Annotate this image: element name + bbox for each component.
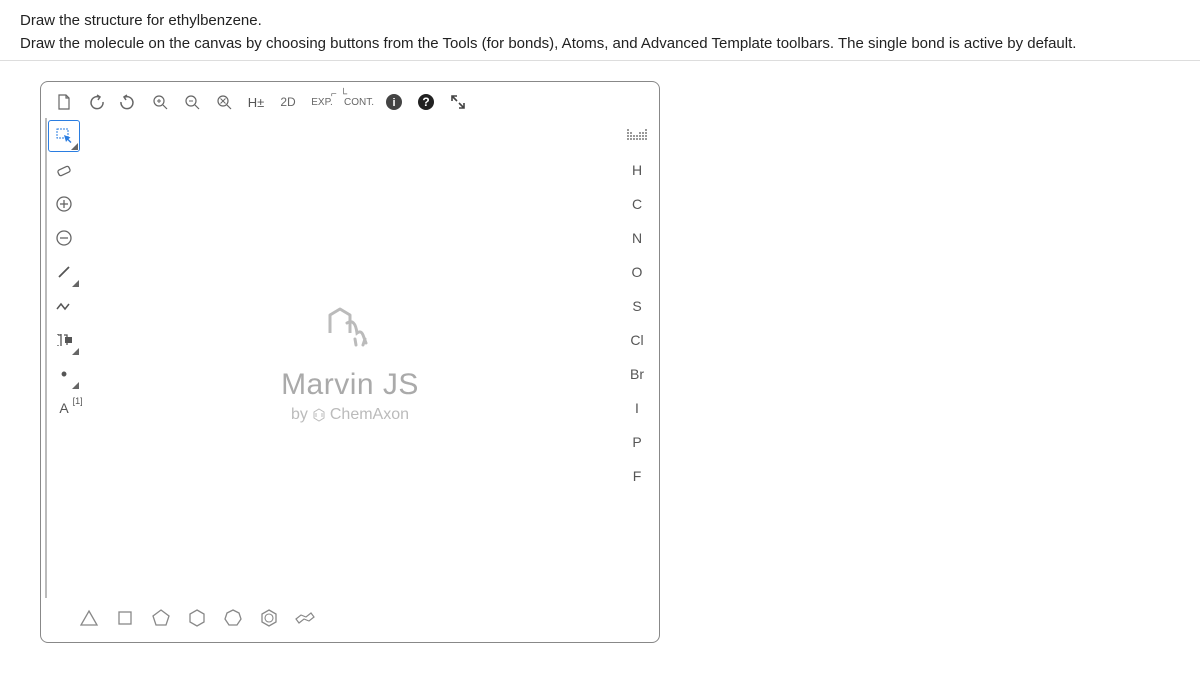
- single-bond-button[interactable]: [48, 256, 80, 288]
- hydrogen-toggle-label: H±: [248, 95, 265, 110]
- atom-br-button[interactable]: Br: [621, 358, 653, 390]
- marvin-logo-icon: [315, 293, 385, 356]
- atom-i-label: I: [635, 400, 639, 416]
- undo-button[interactable]: [81, 88, 111, 116]
- benzene-template-button[interactable]: [253, 602, 285, 634]
- atom-br-label: Br: [630, 366, 644, 382]
- info-button[interactable]: i: [379, 88, 409, 116]
- instruction-line-1: Draw the structure for ethylbenzene.: [20, 12, 1180, 29]
- marvin-editor: H± 2D ⌐ EXP. └ CONT. i ?: [40, 81, 660, 643]
- decrease-charge-button[interactable]: [48, 222, 80, 254]
- drawing-canvas[interactable]: Marvin JS by ChemAxon: [81, 118, 619, 598]
- svg-text:i: i: [392, 97, 395, 109]
- export-label: EXP.: [311, 97, 333, 108]
- canvas-title: Marvin JS: [281, 368, 419, 402]
- cyclopropane-template-button[interactable]: [73, 602, 105, 634]
- cycloheptane-template-button[interactable]: [217, 602, 249, 634]
- atom-o-button[interactable]: O: [621, 256, 653, 288]
- atom-p-label: P: [632, 434, 641, 450]
- increase-charge-button[interactable]: [48, 188, 80, 220]
- atoms-toolbar: H C N O S Cl Br I P F: [619, 118, 655, 598]
- atom-n-label: N: [632, 230, 642, 246]
- help-button[interactable]: ?: [411, 88, 441, 116]
- eraser-tool-button[interactable]: [48, 154, 80, 186]
- clean-2d-label: 2D: [280, 95, 295, 109]
- atom-f-label: F: [633, 468, 642, 484]
- cyclohexane-template-button[interactable]: [181, 602, 213, 634]
- instruction-line-2: Draw the molecule on the canvas by choos…: [20, 35, 1180, 52]
- atom-n-button[interactable]: N: [621, 222, 653, 254]
- atom-o-label: O: [632, 264, 643, 280]
- periodic-table-button[interactable]: [621, 120, 653, 152]
- continue-button[interactable]: └ CONT.: [341, 88, 377, 116]
- atom-f-button[interactable]: F: [621, 460, 653, 492]
- clean-2d-button[interactable]: 2D: [273, 88, 303, 116]
- instructions-header: Draw the structure for ethylbenzene. Dra…: [0, 0, 1200, 61]
- atom-c-button[interactable]: C: [621, 188, 653, 220]
- rgroup-button[interactable]: [48, 324, 80, 356]
- cyclohexane-chair-button[interactable]: [289, 602, 321, 634]
- atom-h-label: H: [632, 162, 642, 178]
- redo-button[interactable]: [113, 88, 143, 116]
- hydrogen-toggle-button[interactable]: H±: [241, 88, 271, 116]
- atom-h-button[interactable]: H: [621, 154, 653, 186]
- atom-map-sup: [1]: [73, 396, 83, 406]
- atom-map-button[interactable]: A [1]: [48, 392, 80, 424]
- atom-s-label: S: [632, 298, 641, 314]
- atom-map-a: A: [59, 400, 68, 416]
- left-toolbar: • A [1]: [45, 118, 81, 598]
- radical-button[interactable]: •: [48, 358, 80, 390]
- zoom-out-button[interactable]: [177, 88, 207, 116]
- cyclobutane-template-button[interactable]: [109, 602, 141, 634]
- canvas-sub-brand: ChemAxon: [330, 406, 409, 424]
- atom-p-button[interactable]: P: [621, 426, 653, 458]
- cyclopentane-template-button[interactable]: [145, 602, 177, 634]
- selection-tool-button[interactable]: [48, 120, 80, 152]
- new-document-button[interactable]: [49, 88, 79, 116]
- chain-bond-button[interactable]: [48, 290, 80, 322]
- top-toolbar: H± 2D ⌐ EXP. └ CONT. i ?: [45, 86, 655, 118]
- fullscreen-button[interactable]: [443, 88, 473, 116]
- templates-toolbar: [45, 598, 655, 638]
- export-button[interactable]: ⌐ EXP.: [305, 88, 339, 116]
- radical-dot-icon: •: [61, 364, 67, 385]
- canvas-sub-prefix: by: [291, 406, 308, 424]
- svg-text:?: ?: [422, 95, 429, 109]
- atom-cl-button[interactable]: Cl: [621, 324, 653, 356]
- atom-s-button[interactable]: S: [621, 290, 653, 322]
- canvas-subtitle: by ChemAxon: [291, 406, 409, 424]
- chemaxon-logo-icon: [312, 408, 326, 422]
- zoom-in-button[interactable]: [145, 88, 175, 116]
- zoom-reset-button[interactable]: [209, 88, 239, 116]
- continue-label: CONT.: [344, 97, 374, 108]
- atom-c-label: C: [632, 196, 642, 212]
- atom-i-button[interactable]: I: [621, 392, 653, 424]
- atom-cl-label: Cl: [630, 332, 643, 348]
